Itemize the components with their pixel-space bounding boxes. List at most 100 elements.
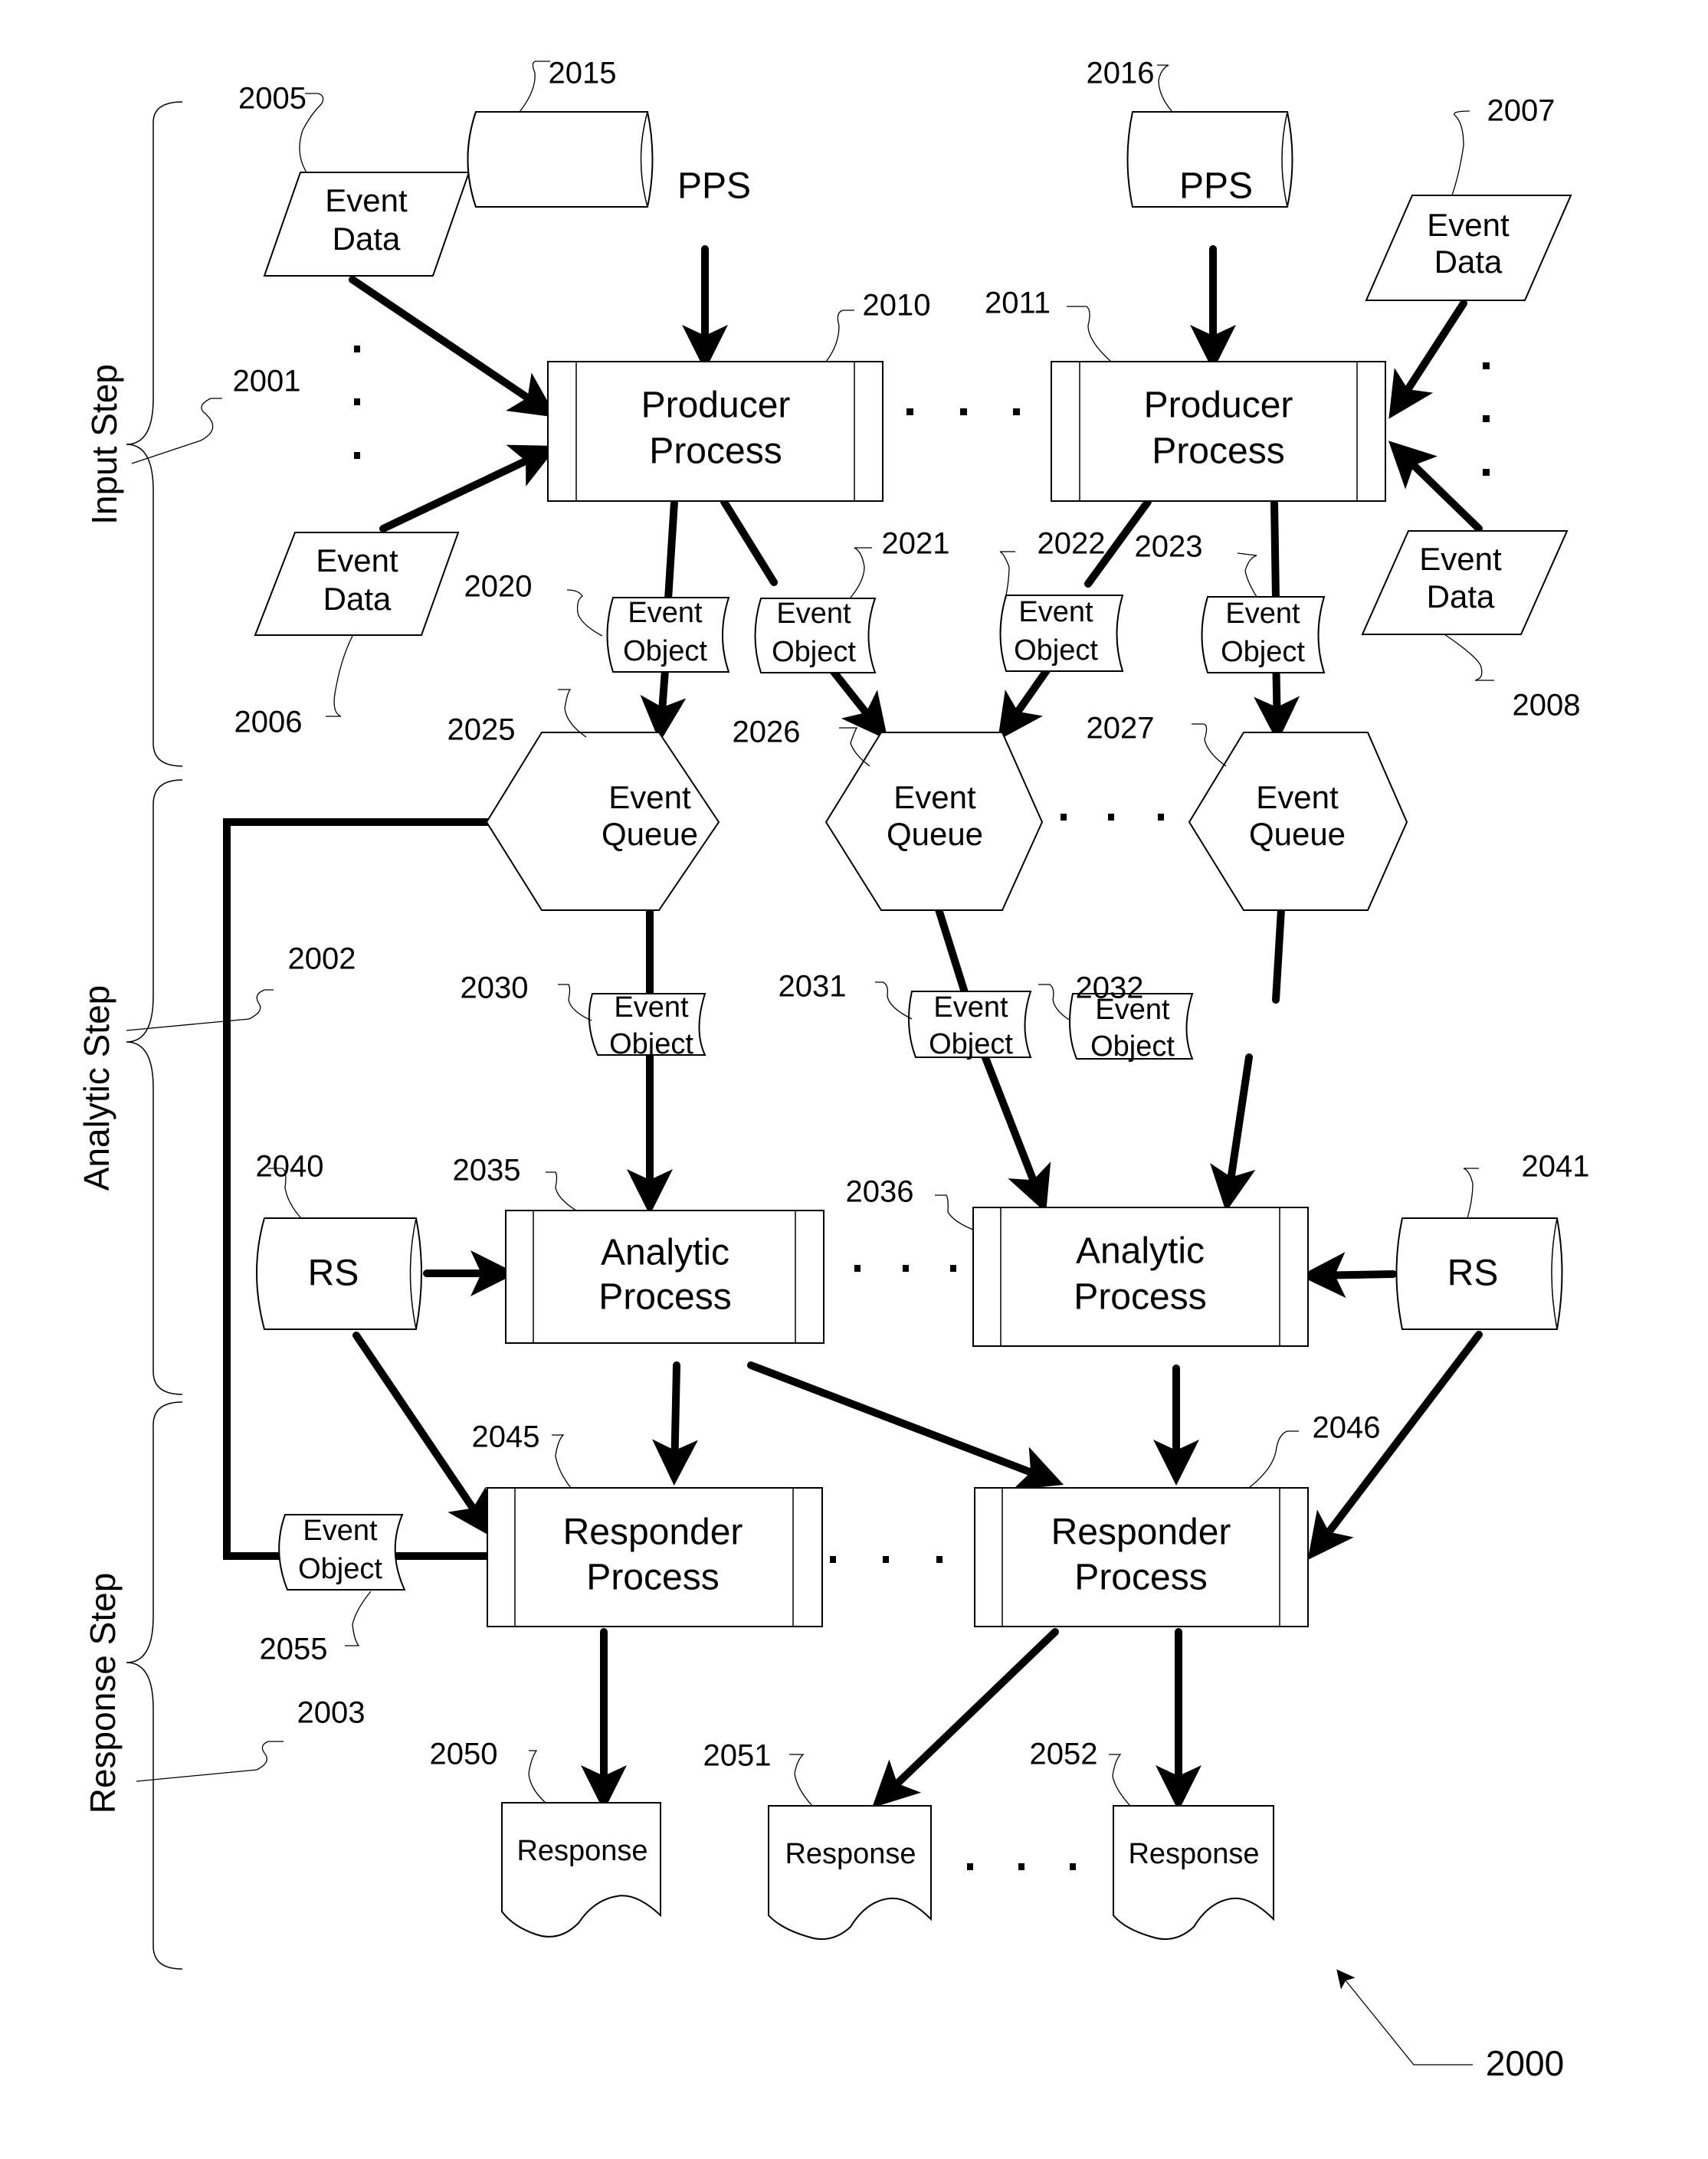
ref-2011: 2011 <box>985 287 1051 320</box>
label: Data <box>323 581 392 617</box>
ref-2022: 2022 <box>1038 527 1106 561</box>
edge-2035-2046 <box>747 1361 1064 1490</box>
label: Response <box>516 1835 647 1867</box>
pps-storage-2015[interactable]: PPS <box>467 111 752 208</box>
label: Process <box>1152 431 1284 472</box>
producer-process-2011[interactable]: Producer Process <box>1051 361 1386 502</box>
ref-2036: 2036 <box>846 1175 914 1209</box>
pps-storage-2016[interactable]: PPS <box>1126 111 1293 208</box>
label: Object <box>1221 636 1305 668</box>
label: Process <box>1074 1277 1206 1318</box>
label: Process <box>649 431 782 472</box>
ref-2010: 2010 <box>863 289 931 323</box>
ref-2008: 2008 <box>1513 689 1581 722</box>
label: Event <box>303 1515 378 1547</box>
ref-2002: 2002 <box>288 942 356 976</box>
step-label-input: Input Step <box>84 364 124 525</box>
event-object-2023[interactable]: Event Object <box>1201 596 1326 673</box>
edge-2031-2036 <box>981 1052 1051 1214</box>
edge-2040-2045 <box>352 1332 493 1538</box>
event-data-2007[interactable]: Event Data <box>1365 195 1572 301</box>
event-object-2021[interactable]: Event Object <box>754 598 877 673</box>
ref-2030: 2030 <box>461 971 529 1005</box>
event-queue-2025[interactable]: Event Queue <box>485 732 720 911</box>
flow-diagram: Input Step Analytic Step Response Step 2… <box>77 57 1590 2084</box>
edge-2046-2051 <box>871 1628 1059 1808</box>
analytic-process-2035[interactable]: Analytic Process <box>505 1210 824 1344</box>
analytic-process-2036[interactable]: Analytic Process <box>972 1207 1309 1347</box>
brace-input-step <box>126 101 183 767</box>
ref-2031: 2031 <box>779 970 847 1004</box>
label: Event <box>1018 596 1093 628</box>
step-label-analytic: Analytic Step <box>77 985 116 1191</box>
label: Process <box>586 1558 719 1598</box>
label: Event <box>1419 541 1502 577</box>
label: Object <box>609 1028 693 1060</box>
event-object-2022[interactable]: Event Object <box>999 595 1124 672</box>
ref-2025: 2025 <box>447 713 516 747</box>
response-2051[interactable]: Response <box>768 1805 932 1940</box>
brace-response-step <box>126 1401 183 1970</box>
ref-2023: 2023 <box>1135 530 1203 564</box>
edge-2008-2011 <box>1388 441 1483 532</box>
ref-2015: 2015 <box>549 57 617 90</box>
edge-2035-2045 <box>651 1361 698 1486</box>
event-object-2031[interactable]: Event Object <box>908 991 1032 1060</box>
ref-2035: 2035 <box>453 1154 521 1188</box>
event-object-2030[interactable]: Event Object <box>588 991 706 1060</box>
label: Object <box>1014 634 1098 667</box>
ref-2000: 2000 <box>1486 2043 1564 2083</box>
label: Responder <box>1051 1512 1231 1553</box>
edge-2007-2011 <box>1388 300 1467 419</box>
label: Event <box>893 779 976 815</box>
label: Analytic <box>601 1233 729 1273</box>
rs-storage-2040[interactable]: RS <box>256 1217 422 1330</box>
label: Data <box>1427 578 1495 614</box>
event-data-2006[interactable]: Event Data <box>254 532 460 636</box>
label: Event <box>1225 598 1300 630</box>
label: Object <box>623 635 707 667</box>
label: RS <box>1447 1253 1499 1294</box>
reference-labels: 2005 2006 2007 2008 2015 2016 2010 2011 … <box>234 57 1590 1807</box>
event-data-2008[interactable]: Event Data <box>1361 530 1569 635</box>
rs-storage-2041[interactable]: RS <box>1395 1217 1563 1330</box>
edge-2027-2032 <box>1272 906 1285 1004</box>
response-2052[interactable]: Response <box>1113 1805 1274 1940</box>
label: Event <box>1427 207 1510 243</box>
label: Response <box>1128 1838 1259 1870</box>
response-2050[interactable]: Response <box>501 1802 661 1938</box>
event-data-2005[interactable]: Event Data <box>263 172 470 277</box>
label: Object <box>298 1553 382 1585</box>
event-queue-2026[interactable]: Event Queue <box>824 732 1044 911</box>
label: Producer <box>1144 385 1293 426</box>
event-queue-2027[interactable]: Event Queue <box>1188 732 1408 911</box>
label: Responder <box>563 1512 743 1553</box>
ref-2041: 2041 <box>1522 1150 1590 1184</box>
ref-2003: 2003 <box>297 1696 366 1730</box>
step-label-response: Response Step <box>83 1573 123 1814</box>
label: Analytic <box>1076 1231 1205 1272</box>
ref-2027: 2027 <box>1087 712 1155 745</box>
leader-2002 <box>126 989 274 1031</box>
responder-process-2045[interactable]: Responder Process <box>487 1487 823 1627</box>
ref-2005: 2005 <box>238 82 307 116</box>
label: Object <box>772 636 856 668</box>
event-object-2020[interactable]: Event Object <box>606 597 730 673</box>
label: PPS <box>1179 166 1253 207</box>
edge-2005-2010 <box>349 276 557 418</box>
label: Data <box>333 221 401 257</box>
label: Event <box>316 542 398 578</box>
ref-2050: 2050 <box>430 1738 498 1771</box>
producer-process-2010[interactable]: Producer Process <box>547 361 884 502</box>
edge-2032-2036 <box>1210 1053 1256 1212</box>
edge-2041-2036 <box>1300 1252 1397 1299</box>
event-object-2055[interactable]: Event Object <box>278 1514 406 1591</box>
label: Event <box>933 991 1008 1024</box>
edge-2026-2031 <box>935 906 971 1004</box>
figure-reference-2000: 2000 <box>1336 1969 1564 2083</box>
ref-2051: 2051 <box>703 1739 772 1773</box>
responder-process-2046[interactable]: Responder Process <box>974 1487 1309 1627</box>
figure-pointer-arrow <box>1336 1969 1473 2066</box>
label: Queue <box>887 816 983 852</box>
label: Event <box>1256 779 1339 815</box>
